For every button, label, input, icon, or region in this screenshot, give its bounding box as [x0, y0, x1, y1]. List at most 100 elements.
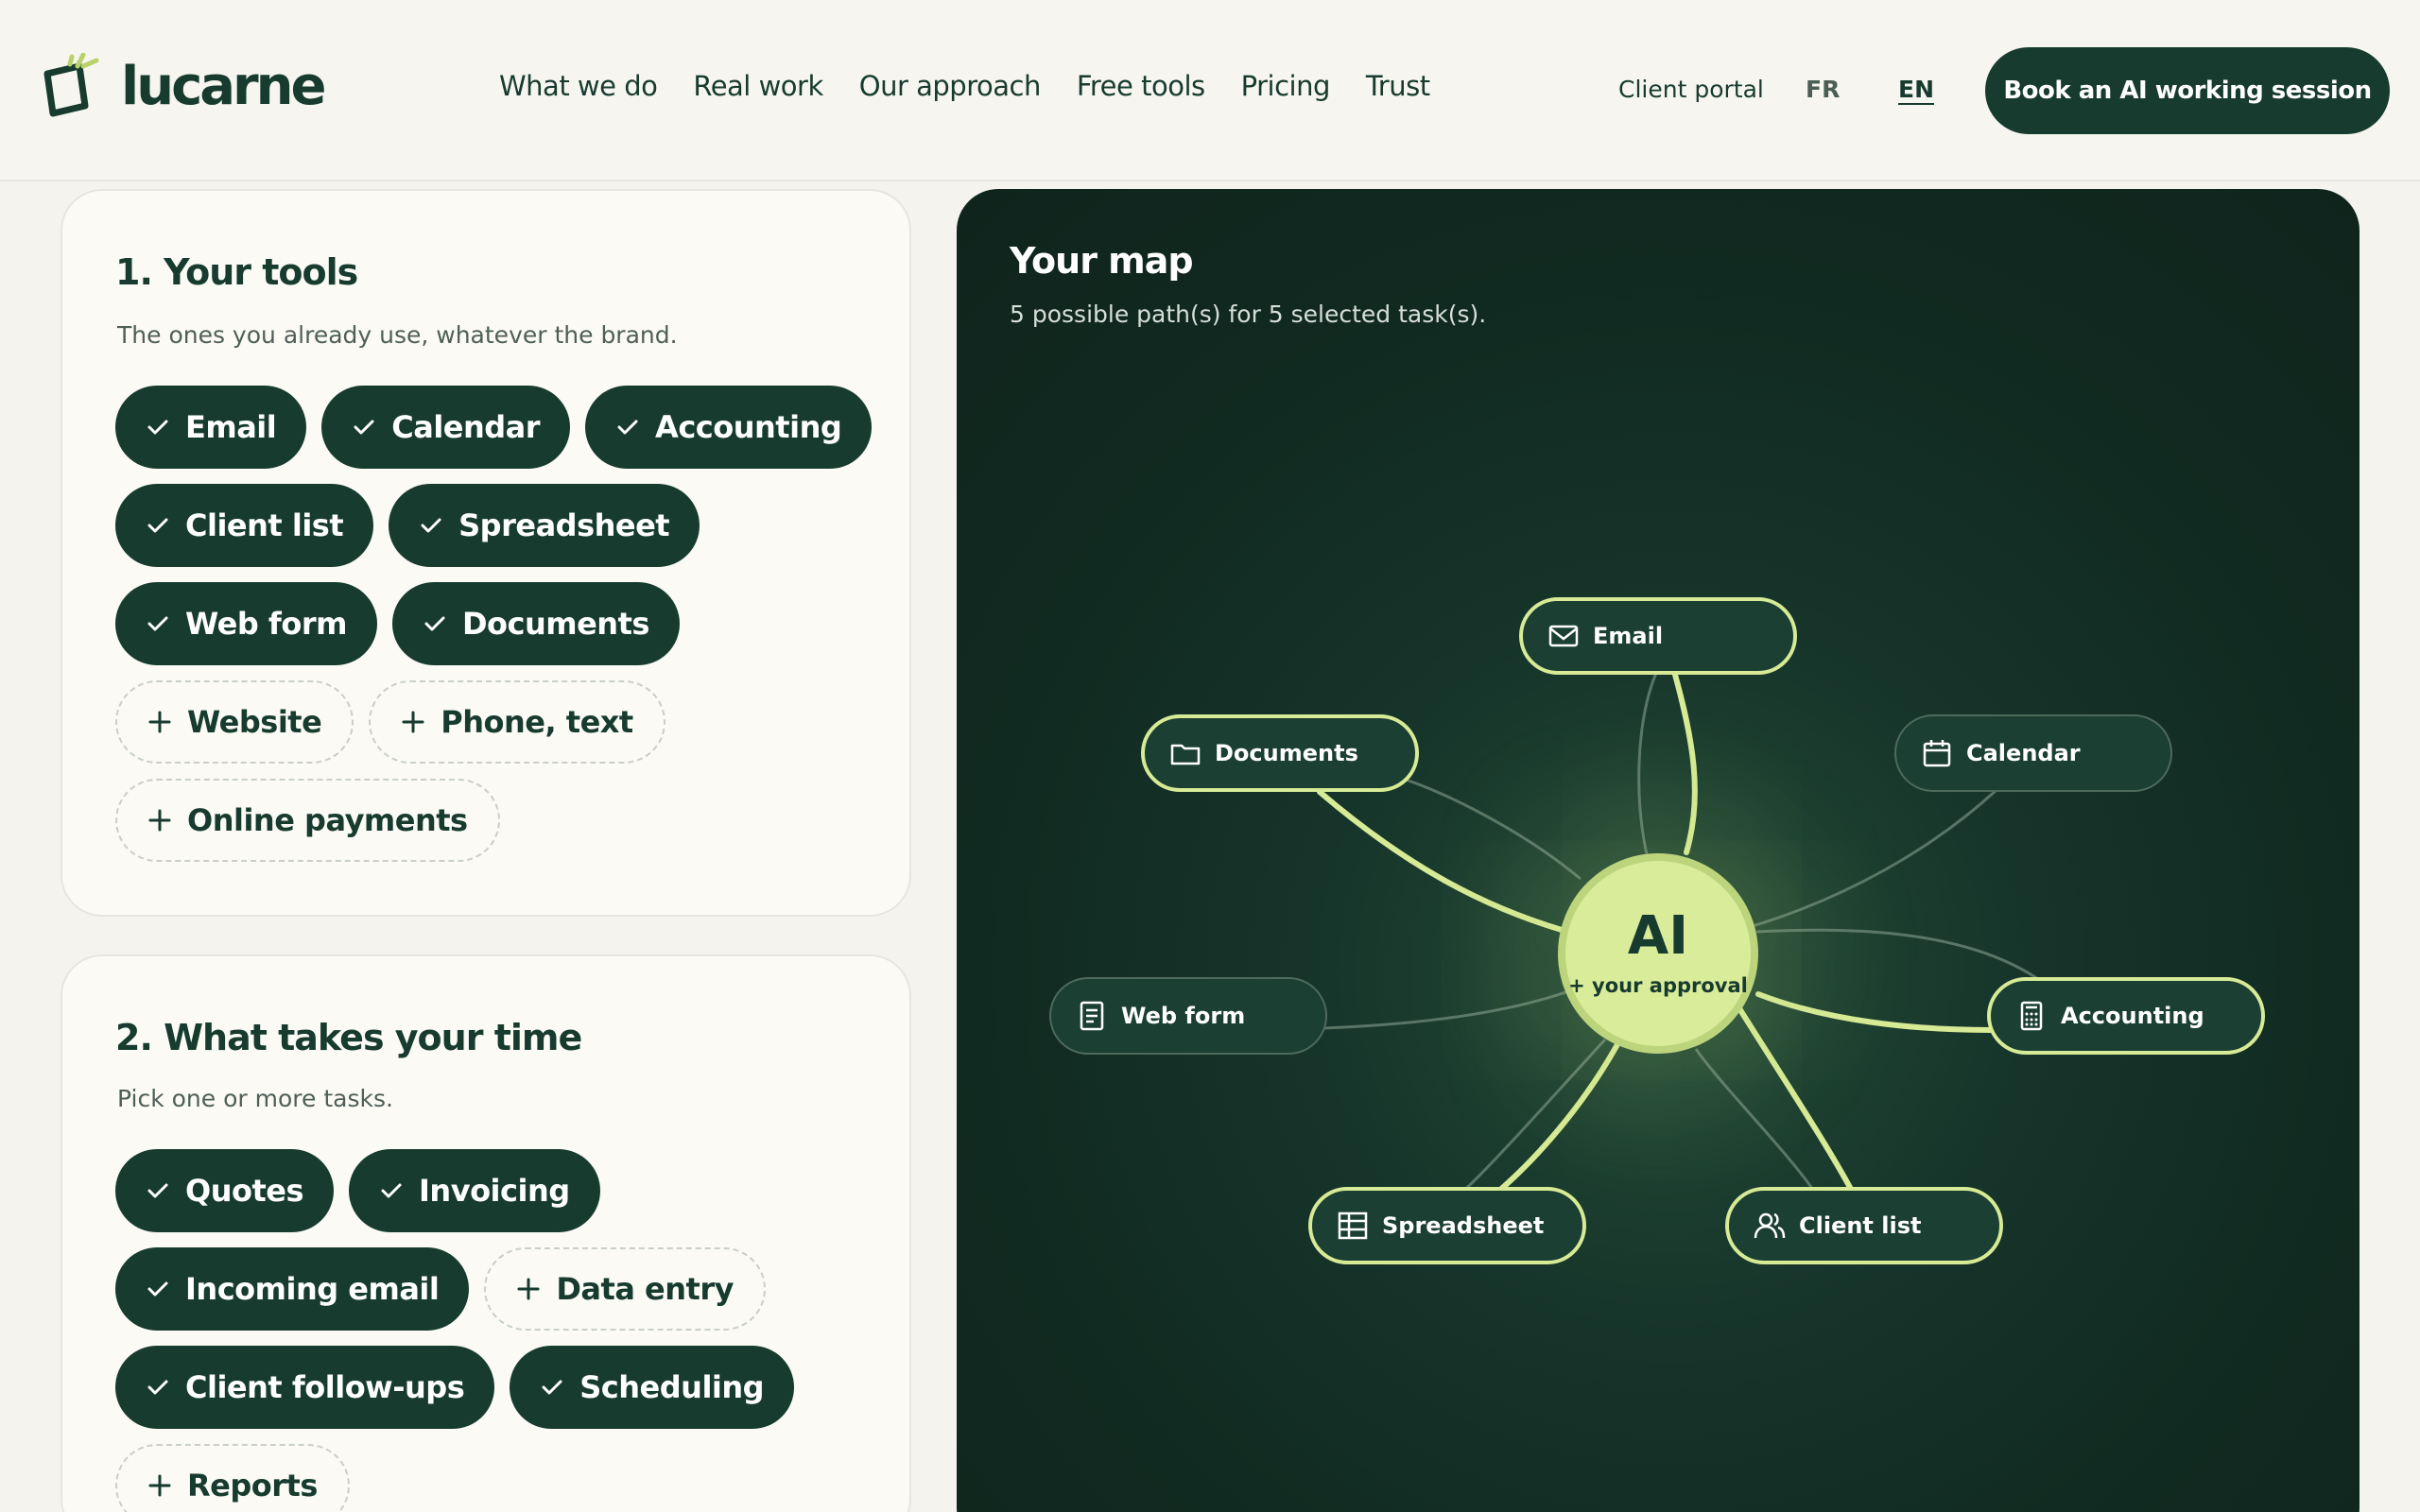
task-chip-scheduling[interactable]: Scheduling	[510, 1346, 795, 1429]
client-portal-link[interactable]: Client portal	[1618, 76, 1764, 103]
nav-what-we-do[interactable]: What we do	[499, 70, 658, 102]
node-label: Client list	[1799, 1212, 1922, 1239]
plus-icon	[517, 1278, 540, 1300]
book-session-button[interactable]: Book an AI working session	[1985, 47, 2390, 134]
connector-email-faint	[1637, 672, 1658, 855]
folder-icon	[1170, 744, 1201, 765]
tasks-card: 2. What takes your time Pick one or more…	[60, 954, 911, 1512]
task-chip-data-entry[interactable]: Data entry	[484, 1247, 766, 1331]
node-label: Documents	[1215, 740, 1358, 766]
chip-label: Quotes	[185, 1173, 304, 1209]
users-icon	[1754, 1212, 1786, 1239]
chip-label: Incoming email	[185, 1271, 440, 1307]
check-icon	[354, 420, 374, 435]
tool-chip-documents[interactable]: Documents	[391, 582, 680, 665]
tools-card: 1. Your tools The ones you already use, …	[60, 189, 911, 917]
task-chip-reports[interactable]: Reports	[115, 1444, 350, 1512]
node-spreadsheet[interactable]: Spreadsheet	[1308, 1187, 1586, 1264]
tasks-subtitle: Pick one or more tasks.	[117, 1085, 393, 1112]
tasks-chip-list: Quotes Invoicing Incoming email Data ent…	[115, 1149, 872, 1512]
chip-label: Documents	[461, 606, 649, 642]
node-web-form[interactable]: Web form	[1049, 977, 1327, 1055]
lang-fr-link[interactable]: FR	[1806, 76, 1840, 103]
chip-label: Client follow-ups	[185, 1369, 465, 1405]
chip-label: Calendar	[391, 409, 541, 445]
connector-documents	[1317, 789, 1564, 933]
check-icon	[147, 616, 168, 631]
connector-accounting-faint	[1755, 928, 2039, 981]
tool-chip-accounting[interactable]: Accounting	[585, 386, 873, 469]
connector-accounting	[1755, 991, 1994, 1033]
check-icon	[147, 518, 168, 533]
plus-icon	[402, 711, 424, 733]
nav-trust[interactable]: Trust	[1366, 70, 1430, 102]
calculator-icon	[2020, 1001, 2043, 1031]
tool-chip-website[interactable]: Website	[115, 680, 354, 764]
node-label: Spreadsheet	[1382, 1212, 1545, 1239]
logo-window-icon	[43, 53, 99, 117]
task-chip-invoicing[interactable]: Invoicing	[349, 1149, 600, 1232]
check-icon	[147, 1281, 168, 1297]
node-label: Web form	[1121, 1003, 1246, 1029]
tool-chip-calendar[interactable]: Calendar	[321, 386, 571, 469]
map-connections	[1317, 672, 2039, 1195]
ai-hub: AI + your approval	[1558, 853, 1758, 1054]
mail-icon	[1548, 625, 1579, 647]
tool-chip-phone-text[interactable]: Phone, text	[369, 680, 666, 764]
plus-icon	[148, 809, 171, 832]
node-documents[interactable]: Documents	[1141, 714, 1419, 792]
main-nav: What we do Real work Our approach Free t…	[499, 70, 1466, 102]
tool-chip-spreadsheet[interactable]: Spreadsheet	[389, 484, 700, 567]
nav-our-approach[interactable]: Our approach	[859, 70, 1042, 102]
chip-label: Invoicing	[419, 1173, 570, 1209]
tool-chip-client-list[interactable]: Client list	[115, 484, 374, 567]
chip-label: Client list	[185, 507, 344, 543]
connector-documents-faint	[1402, 777, 1582, 881]
task-chip-quotes[interactable]: Quotes	[115, 1149, 335, 1232]
map-panel: Your map 5 possible path(s) for 5 select…	[957, 189, 2360, 1512]
chip-label: Online payments	[187, 802, 468, 838]
chip-label: Spreadsheet	[458, 507, 670, 543]
hub-title: AI	[1627, 905, 1689, 967]
check-icon	[421, 518, 441, 533]
tool-chip-email[interactable]: Email	[115, 386, 307, 469]
node-client-list[interactable]: Client list	[1725, 1187, 2003, 1264]
node-calendar[interactable]: Calendar	[1894, 714, 2172, 792]
node-label: Email	[1593, 623, 1664, 649]
tasks-title: 2. What takes your time	[115, 1017, 582, 1058]
node-email[interactable]: Email	[1519, 597, 1797, 675]
node-accounting[interactable]: Accounting	[1987, 977, 2265, 1055]
nav-free-tools[interactable]: Free tools	[1077, 70, 1205, 102]
check-icon	[381, 1183, 402, 1198]
tools-chip-list: Email Calendar Accounting Client list Sp…	[115, 386, 873, 877]
logo[interactable]: lucarne	[42, 53, 327, 119]
tool-chip-web-form[interactable]: Web form	[115, 582, 377, 665]
calendar-icon	[1923, 740, 1951, 767]
chip-label: Scheduling	[579, 1369, 765, 1405]
check-icon	[424, 616, 445, 631]
check-icon	[542, 1380, 562, 1395]
chip-label: Data entry	[556, 1271, 734, 1307]
check-icon	[147, 1380, 168, 1395]
task-chip-client-follow-ups[interactable]: Client follow-ups	[115, 1346, 495, 1429]
chip-label: Phone, text	[441, 704, 633, 740]
table-icon	[1338, 1211, 1368, 1240]
chip-label: Accounting	[655, 409, 842, 445]
connector-email	[1672, 672, 1698, 855]
form-icon	[1080, 1001, 1104, 1031]
plus-icon	[148, 711, 171, 733]
connector-spreadsheet	[1496, 1033, 1625, 1194]
tool-chip-online-payments[interactable]: Online payments	[115, 779, 500, 862]
connector-calendar	[1752, 788, 1998, 928]
lang-en-link[interactable]: EN	[1898, 76, 1934, 103]
node-label: Accounting	[2061, 1003, 2204, 1029]
nav-real-work[interactable]: Real work	[693, 70, 823, 102]
task-chip-incoming-email[interactable]: Incoming email	[115, 1247, 470, 1331]
connector-webform	[1322, 988, 1572, 1030]
chip-label: Website	[187, 704, 322, 740]
nav-pricing[interactable]: Pricing	[1241, 70, 1331, 102]
chip-label: Email	[185, 409, 277, 445]
chip-label: Reports	[187, 1468, 318, 1503]
connector-clientlist-faint	[1694, 1048, 1817, 1194]
tools-title: 1. Your tools	[115, 251, 358, 293]
